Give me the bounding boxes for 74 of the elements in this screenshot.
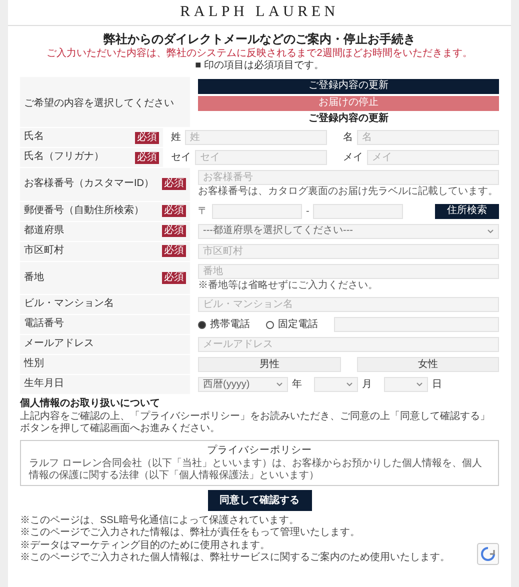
privacy-heading: 個人情報のお取り扱いについて	[20, 398, 161, 410]
radio-button[interactable]	[266, 320, 274, 328]
policy-title: プライバシーポリシー	[206, 444, 313, 458]
field-label: 市区町村	[24, 244, 64, 258]
address-search-button[interactable]: 住所検索	[435, 204, 499, 218]
field-prefix: セイ	[171, 151, 191, 165]
required-badge: 必須	[162, 205, 186, 217]
hint-text: お客様番号は、カタログ裏面のお届け先ラベルに記載しています。	[198, 186, 499, 198]
radio-button[interactable]	[198, 320, 206, 328]
input-field[interactable]	[334, 317, 499, 332]
field-label: 氏名（フリガナ）	[24, 151, 104, 164]
notice-text: ご入力いただいた内容は、弊社のシステムに反映されるまで2週間ほどお時間をいただきます。	[46, 48, 474, 60]
field-label: 都道府県	[24, 224, 64, 238]
note-text: ※このページでご入力された個人情報は、弊社サービスに関するご案内のため使用いたします。	[20, 552, 451, 564]
input-field[interactable]: 姓	[185, 130, 327, 145]
field-label: メールアドレス	[24, 338, 94, 351]
input-field[interactable]: 名	[357, 130, 499, 145]
chevron-down-icon	[487, 228, 494, 234]
page-title: 弊社からのダイレクトメールなどのご案内・停止お手続き	[102, 30, 416, 48]
input-field[interactable]: メイ	[367, 150, 499, 165]
field-label: ご希望の内容を選択してください	[24, 98, 174, 109]
postal-mark: 〒	[198, 204, 208, 218]
separator-text: -	[306, 204, 310, 218]
policy-text: ラルフ ローレン合同会社（以下「当社」といいます）は、お客様からお預かりした個人情報を、個人情報の保護に関する法律（以下「個人情報保護法」といいます）	[29, 458, 483, 482]
field-label: お客様番号（カスタマーID）	[24, 178, 154, 190]
option-button[interactable]: ご登録内容の更新	[198, 78, 499, 94]
section-heading: ご登録内容の更新	[308, 112, 390, 125]
input-field[interactable]: セイ	[195, 150, 327, 165]
field-label: 電話番号	[24, 318, 64, 331]
required-badge: 必須	[162, 178, 186, 190]
input-field[interactable]: ビル・マンション名	[198, 297, 499, 312]
chevron-down-icon	[416, 382, 423, 387]
field-prefix: 姓	[171, 131, 181, 145]
gender-button[interactable]: 女性	[356, 357, 499, 372]
chevron-down-icon	[276, 382, 283, 387]
input-field[interactable]: 市区町村	[198, 244, 499, 258]
input-field[interactable]: メールアドレス	[198, 337, 499, 352]
radio-label: 固定電話	[278, 318, 318, 332]
input-field[interactable]: お客様番号	[198, 170, 499, 185]
field-label: 郵便番号（自動住所検索）	[24, 204, 144, 218]
required-badge: 必須	[162, 245, 186, 257]
select-field[interactable]	[384, 377, 428, 392]
date-unit: 日	[432, 378, 442, 392]
gender-button[interactable]: 男性	[198, 357, 340, 372]
submit-button[interactable]: 同意して確認する	[208, 490, 312, 510]
note-text: ※このページでご入力された情報は、弊社が責任をもって管理いたします。	[20, 527, 361, 540]
field-prefix: 名	[343, 131, 353, 145]
note-text: ※データはマーケティング目的のために使用されます。	[20, 540, 271, 552]
radio-label: 携帯電話	[210, 318, 250, 332]
field-label: 氏名	[24, 131, 44, 144]
select-field[interactable]	[314, 377, 358, 392]
input-field[interactable]	[313, 204, 404, 218]
recaptcha-icon[interactable]	[477, 542, 499, 564]
field-label: ビル・マンション名	[24, 298, 114, 311]
select-field[interactable]: 西暦(yyyy)	[198, 377, 288, 392]
required-badge: 必須	[162, 272, 186, 284]
field-label: 生年月日	[24, 378, 64, 391]
chevron-down-icon	[346, 382, 353, 387]
required-note: ■ 印の項目は必須項目です。	[194, 60, 325, 72]
field-label: 番地	[24, 272, 44, 284]
date-unit: 年	[292, 378, 302, 392]
required-badge: 必須	[135, 152, 159, 164]
required-badge: 必須	[162, 225, 186, 237]
date-unit: 月	[362, 378, 372, 392]
field-label: 性別	[24, 358, 44, 371]
brand-logo[interactable]: RALPH LAUREN	[180, 1, 339, 24]
privacy-text: 上記内容をご確認の上、「プライバシーポリシー」をお読みいただき、ご同意の上「同意して確認する」ボタンを押して確認画面へお進みください。	[20, 410, 491, 436]
input-field[interactable]	[212, 204, 302, 218]
hint-text: ※番地等は省略せずにご入力ください。	[198, 280, 379, 292]
field-prefix: メイ	[343, 151, 363, 165]
select-field[interactable]: ---都道府県を選択してください---	[198, 224, 499, 238]
input-field[interactable]: 番地	[198, 264, 499, 278]
required-badge: 必須	[135, 132, 159, 144]
note-text: ※このページは、SSL暗号化通信によって保護されています。	[20, 514, 300, 526]
